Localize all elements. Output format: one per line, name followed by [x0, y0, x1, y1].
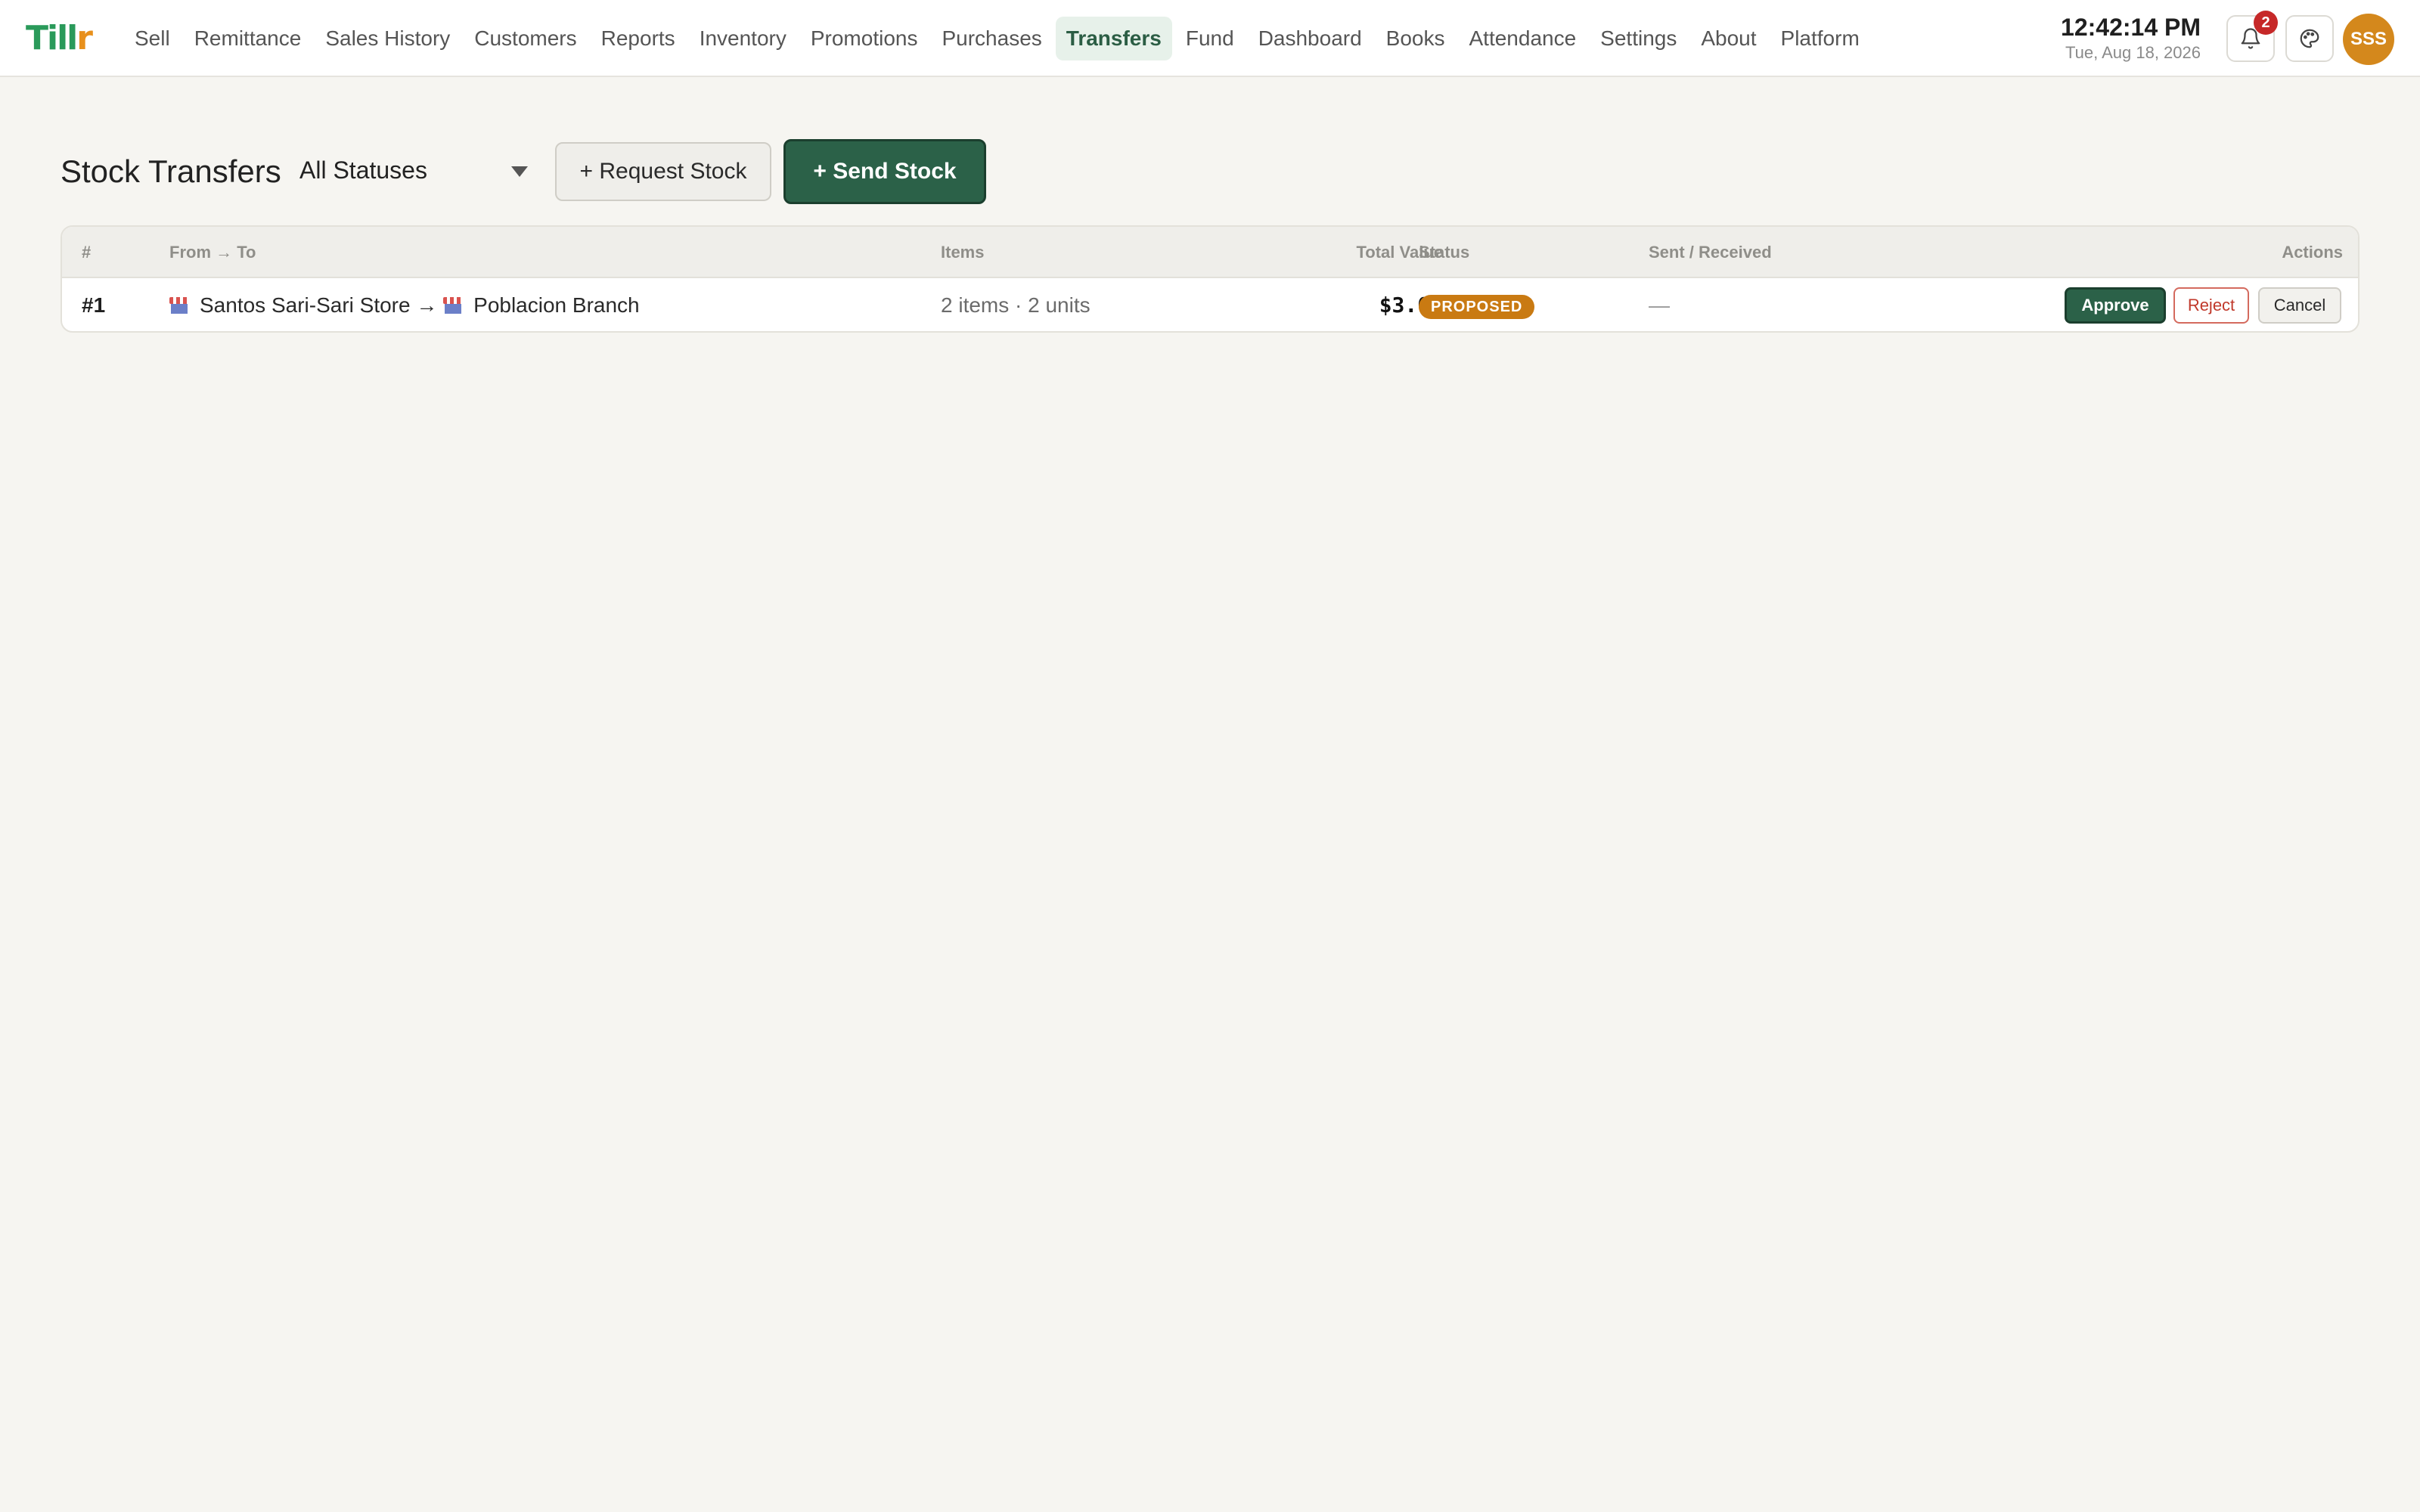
nav-item-books[interactable]: Books — [1376, 17, 1456, 60]
nav-item-remittance[interactable]: Remittance — [184, 17, 312, 60]
table-header: # From → To Items Total Value Status Sen… — [62, 227, 2358, 278]
status-filter-value: All Statuses — [299, 156, 427, 184]
cancel-button[interactable]: Cancel — [2258, 287, 2341, 324]
clock: 12:42:14 PM Tue, Aug 18, 2026 — [2061, 12, 2201, 64]
arrow-right: → — [416, 293, 438, 317]
nav-item-sell[interactable]: Sell — [124, 17, 181, 60]
nav-item-platform[interactable]: Platform — [1770, 17, 1870, 60]
nav-item-transfers[interactable]: Transfers — [1055, 17, 1172, 60]
nav-item-dashboard[interactable]: Dashboard — [1248, 17, 1373, 60]
column-header-items: Items — [941, 243, 985, 262]
transfer-number: #1 — [82, 293, 106, 317]
transfer-total: $3.00 — [1379, 293, 1443, 318]
column-header-number: # — [82, 243, 92, 262]
table-row[interactable]: #1 Santos Sari-Sari Store → Poblacion Br… — [62, 278, 2358, 331]
status-filter-select[interactable]: All Statuses — [299, 150, 535, 191]
page-title: Stock Transfers — [60, 153, 281, 189]
nav-item-attendance[interactable]: Attendance — [1459, 17, 1587, 60]
nav-item-purchases[interactable]: Purchases — [931, 17, 1052, 60]
user-avatar[interactable]: SSS — [2343, 14, 2394, 65]
nav-item-inventory[interactable]: Inventory — [689, 17, 797, 60]
theme-button[interactable] — [2285, 15, 2334, 62]
send-stock-button[interactable]: + Send Stock — [783, 139, 986, 204]
column-header-route: From → To — [169, 243, 256, 262]
notification-badge: 2 — [2254, 11, 2278, 35]
transfers-table: # From → To Items Total Value Status Sen… — [60, 225, 2360, 333]
store-icon — [443, 297, 464, 314]
nav-item-fund[interactable]: Fund — [1175, 17, 1245, 60]
clock-date: Tue, Aug 18, 2026 — [2065, 43, 2201, 62]
nav-item-sales-history[interactable]: Sales History — [315, 17, 461, 60]
nav-item-promotions[interactable]: Promotions — [800, 17, 929, 60]
status-badge: PROPOSED — [1419, 294, 1535, 319]
transfer-sent-received: — — [1649, 293, 1670, 317]
caret-down-icon — [511, 166, 528, 177]
nav-item-reports[interactable]: Reports — [591, 17, 686, 60]
column-header-sent-received: Sent / Received — [1649, 243, 1772, 262]
column-header-total: Total Value — [1356, 243, 1443, 262]
transfer-route: Santos Sari-Sari Store → Poblacion Branc… — [169, 278, 640, 331]
to-store: Poblacion Branch — [473, 293, 640, 317]
palette-icon — [2300, 29, 2319, 48]
column-header-status: Status — [1419, 243, 1470, 262]
column-header-actions: Actions — [2282, 243, 2343, 262]
approve-button[interactable]: Approve — [2065, 287, 2166, 324]
transfer-status-cell: PROPOSED — [1419, 278, 1535, 331]
clock-time: 12:42:14 PM — [2061, 14, 2201, 41]
transfer-items: 2 items · 2 units — [941, 293, 1091, 317]
top-navigation-bar: Till r Sell Remittance Sales History Custome… — [0, 0, 2420, 77]
nav-item-customers[interactable]: Customers — [464, 17, 587, 60]
from-store: Santos Sari-Sari Store — [200, 293, 411, 317]
request-stock-button[interactable]: + Request Stock — [555, 142, 771, 201]
notifications-button[interactable]: 2 — [2226, 11, 2278, 62]
store-icon — [169, 297, 189, 314]
main-nav: Sell Remittance Sales History Customers Repo… — [124, 17, 1870, 60]
nav-item-about[interactable]: About — [1690, 17, 1767, 60]
nav-item-settings[interactable]: Settings — [1590, 17, 1687, 60]
logo-accent: r — [76, 19, 93, 57]
reject-button[interactable]: Reject — [2173, 287, 2249, 324]
logo-text: Till — [26, 19, 78, 57]
app-logo[interactable]: Till r — [26, 19, 93, 57]
